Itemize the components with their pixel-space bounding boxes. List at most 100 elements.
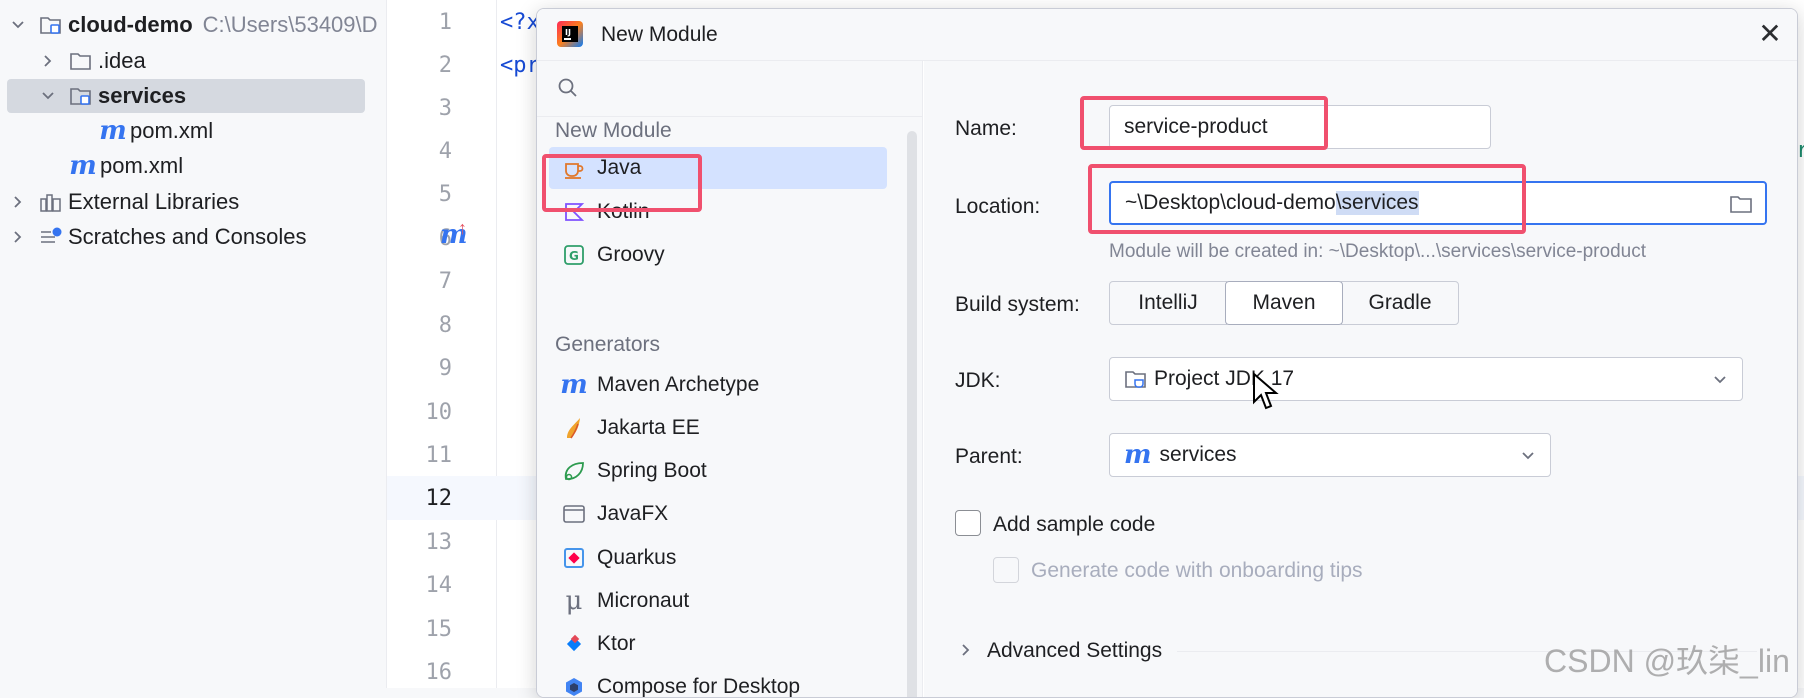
line-number: 1 (438, 10, 452, 35)
tree-item-idea[interactable]: .idea (0, 44, 386, 78)
nav-item-maven-archetype[interactable]: m Maven Archetype (549, 364, 887, 406)
libraries-icon (38, 190, 64, 214)
intellij-logo-icon: IJ (557, 21, 583, 47)
location-label: Location: (955, 195, 1041, 218)
chevron-right-icon[interactable] (8, 192, 28, 212)
build-option-gradle[interactable]: Gradle (1341, 281, 1459, 325)
browse-folder-icon[interactable] (1729, 193, 1753, 221)
line-number: 14 (425, 573, 453, 598)
generator-search[interactable] (537, 61, 923, 117)
new-module-dialog: IJ New Module ✕ New Module Java Kotlin G… (536, 8, 1798, 698)
nav-item-compose-desktop[interactable]: Compose for Desktop (549, 666, 887, 698)
compose-icon (561, 674, 587, 697)
build-system-label: Build system: (955, 293, 1080, 316)
nav-item-spring-boot[interactable]: Spring Boot (549, 450, 887, 492)
java-icon (561, 155, 587, 181)
maven-file-icon: m (99, 116, 127, 146)
line-number: 4 (438, 139, 452, 164)
jdk-label: JDK: (955, 369, 1001, 392)
name-field-value: service-product (1124, 115, 1268, 138)
chevron-right-icon[interactable] (8, 227, 28, 247)
generator-list-scrollbar[interactable] (907, 131, 917, 697)
chevron-right-icon[interactable] (959, 643, 973, 662)
tree-item-root-pom[interactable]: m pom.xml (0, 149, 386, 183)
tree-item-label: services (98, 83, 187, 108)
tree-item-label: pom.xml (100, 153, 184, 178)
tree-item-external-libraries[interactable]: External Libraries (0, 185, 386, 219)
chevron-down-icon[interactable] (1712, 370, 1728, 394)
tree-item-label: .idea (98, 48, 146, 73)
nav-item-quarkus[interactable]: Quarkus (549, 537, 887, 579)
nav-item-kotlin[interactable]: Kotlin (549, 191, 887, 233)
dialog-titlebar[interactable]: IJ New Module ✕ (537, 9, 1797, 61)
jdk-select[interactable]: Project JDK 17 (1109, 357, 1743, 401)
line-number: 3 (438, 96, 452, 121)
location-field-selected-text: \services (1335, 191, 1419, 215)
module-folder-icon (38, 13, 64, 37)
tree-item-services[interactable]: services (0, 79, 386, 113)
line-number: 5 (438, 182, 452, 207)
close-icon[interactable]: ✕ (1755, 19, 1785, 49)
code-line-2: <pr (500, 53, 540, 78)
arrow-up-icon[interactable]: ↑ (458, 218, 467, 239)
name-label: Name: (955, 117, 1017, 140)
module-folder-icon (68, 84, 94, 108)
onboarding-tips-checkbox (993, 557, 1019, 583)
nav-item-groovy[interactable]: G Groovy (549, 234, 887, 276)
name-field[interactable]: service-product (1109, 105, 1491, 149)
nav-item-label: Jakarta EE (597, 416, 700, 439)
tree-item-scratches[interactable]: Scratches and Consoles (0, 220, 386, 254)
chevron-down-icon[interactable] (8, 15, 28, 35)
generator-list-panel: New Module Java Kotlin G Groovy Generato… (537, 61, 923, 698)
search-icon[interactable] (557, 77, 579, 104)
build-option-maven[interactable]: Maven (1225, 281, 1343, 325)
build-option-intellij[interactable]: IntelliJ (1109, 281, 1227, 325)
parent-select[interactable]: m services (1109, 433, 1551, 477)
scratches-icon (38, 225, 64, 249)
nav-item-java[interactable]: Java (549, 147, 887, 189)
group-label-new-module: New Module (555, 119, 672, 142)
jdk-folder-icon (1124, 368, 1148, 390)
nav-item-jakarta-ee[interactable]: Jakarta EE (549, 407, 887, 449)
chevron-down-icon[interactable] (1520, 446, 1536, 470)
nav-item-label: Java (597, 156, 642, 179)
svg-text:G: G (569, 249, 579, 263)
nav-item-label: Kotlin (597, 200, 650, 223)
line-number: 7 (438, 269, 452, 294)
onboarding-tips-label: Generate code with onboarding tips (1031, 559, 1363, 582)
line-number: 9 (438, 356, 452, 381)
tree-item-services-pom[interactable]: m pom.xml (0, 114, 386, 148)
line-number: 13 (425, 530, 453, 555)
nav-item-javafx[interactable]: JavaFX (549, 493, 887, 535)
nav-item-label: Micronaut (597, 589, 690, 612)
line-number: 16 (425, 660, 453, 685)
line-number: 2 (438, 53, 452, 78)
nav-item-micronaut[interactable]: μ Micronaut (549, 580, 887, 622)
watermark: CSDN @玖柒_lin (1544, 643, 1790, 679)
location-field[interactable]: ~\Desktop\cloud-demo \services (1109, 181, 1767, 225)
chevron-down-icon[interactable] (38, 86, 58, 106)
nav-item-label: JavaFX (597, 502, 669, 525)
parent-label: Parent: (955, 445, 1023, 468)
line-number: 15 (425, 617, 453, 642)
tree-root-path: C:\Users\53409\D (202, 12, 378, 37)
tree-root-cloud-demo[interactable]: cloud-demo C:\Users\53409\D (0, 8, 386, 42)
groovy-icon: G (561, 242, 587, 268)
spring-icon (561, 458, 587, 484)
tree-item-label: Scratches and Consoles (68, 224, 307, 249)
add-sample-code-checkbox[interactable] (955, 510, 981, 536)
kotlin-icon (561, 199, 587, 225)
nav-item-label: Compose for Desktop (597, 675, 801, 698)
location-field-text: ~\Desktop\cloud-demo (1125, 191, 1336, 214)
tree-item-label: External Libraries (68, 189, 240, 214)
add-sample-code-label: Add sample code (993, 513, 1156, 536)
group-label-generators: Generators (555, 333, 661, 356)
maven-icon: m (560, 370, 588, 400)
chevron-right-icon[interactable] (38, 51, 58, 71)
nav-item-label: Groovy (597, 243, 665, 266)
location-hint: Module will be created in: ~\Desktop\...… (1109, 241, 1646, 262)
jakarta-icon (561, 415, 587, 441)
advanced-settings-toggle[interactable]: Advanced Settings (987, 639, 1162, 663)
nav-item-ktor[interactable]: Ktor (549, 623, 887, 665)
javafx-icon (561, 501, 587, 527)
